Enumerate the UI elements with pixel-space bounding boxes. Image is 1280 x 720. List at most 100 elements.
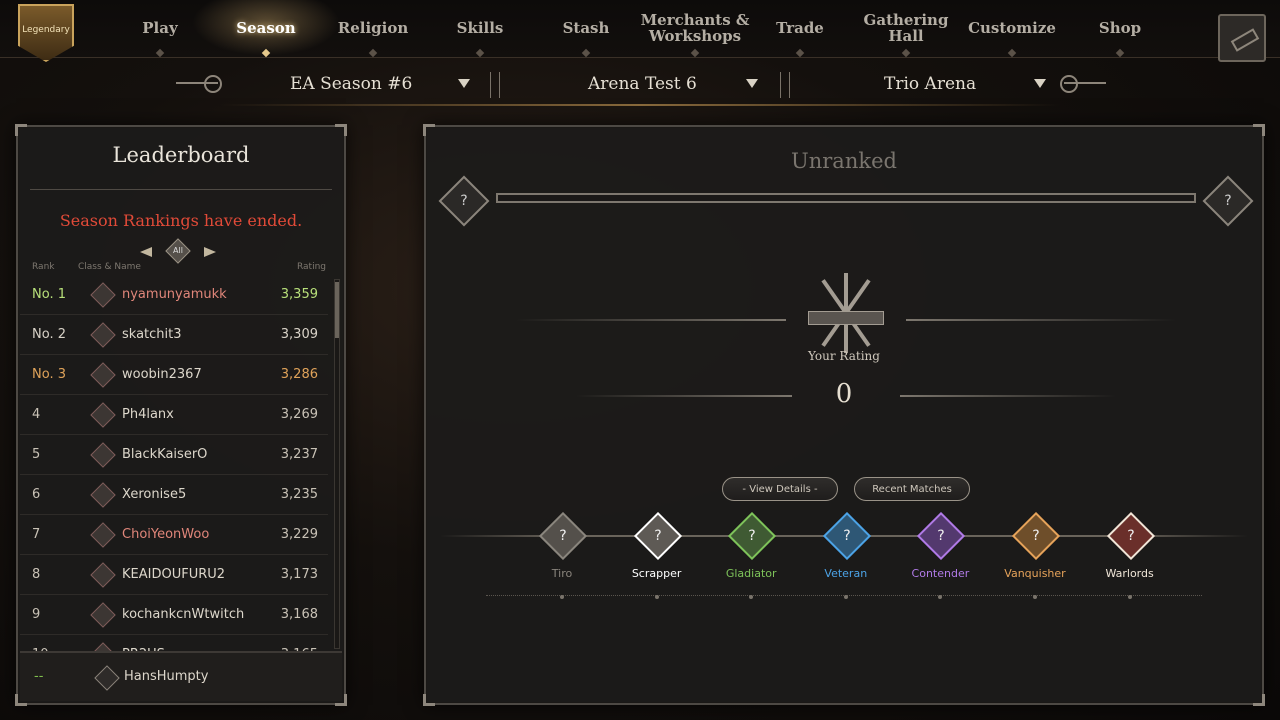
nav-skills[interactable]: Skills: [426, 0, 534, 58]
nav-tick: [368, 48, 378, 58]
class-icon: [90, 482, 116, 508]
nav-tick: [581, 48, 591, 58]
rank-glyph: ?: [1224, 193, 1232, 209]
rating-value: 0: [835, 379, 853, 409]
rank-badge[interactable]: Legendary: [18, 4, 74, 62]
tier-glyph: ?: [559, 528, 567, 544]
table-row[interactable]: 4 Ph4lanx 3,269: [20, 395, 328, 435]
tier-tiro[interactable]: ? Tiro: [522, 511, 602, 599]
tier-dot: [560, 595, 564, 599]
row-rank: No. 1: [32, 287, 66, 302]
season-dropdown[interactable]: EA Season #6: [290, 66, 470, 102]
table-row[interactable]: No. 1 nyamunyamukk 3,359: [20, 275, 328, 315]
row-name: kochankcnWtwitch: [122, 607, 245, 622]
self-row[interactable]: -- HansHumpty: [20, 651, 342, 701]
tier-glyph: ?: [748, 528, 756, 544]
nav-shop[interactable]: Shop: [1066, 0, 1174, 58]
nav-stash[interactable]: Stash: [532, 0, 640, 58]
nav-label: Merchants & Workshops: [640, 11, 750, 45]
tier-gem-icon: ?: [917, 511, 966, 561]
row-rating: 3,229: [280, 527, 318, 542]
row-name: KEAIDOUFURU2: [122, 567, 226, 582]
nav-tick: [901, 48, 911, 58]
row-rank: 7: [32, 527, 41, 542]
nav-trade[interactable]: Trade: [746, 0, 854, 58]
nav-label: Season: [236, 19, 296, 37]
chevron-down-icon: [458, 79, 470, 88]
tier-glyph: ?: [937, 528, 946, 544]
row-rank: 4: [32, 407, 41, 422]
tier-gem-icon: ?: [633, 511, 682, 561]
tier-contender[interactable]: ? Contender: [900, 511, 980, 599]
next-rank-icon: ?: [1202, 175, 1254, 227]
class-icon: [90, 522, 116, 548]
table-row[interactable]: 6 Xeronise5 3,235: [20, 475, 328, 515]
leaderboard-scrollbar[interactable]: [334, 279, 340, 649]
tier-gem-icon: ?: [1011, 511, 1061, 561]
tier-veteran[interactable]: ? Veteran: [806, 511, 886, 599]
scroll-thumb[interactable]: [335, 282, 339, 338]
tier-name: Contender: [911, 567, 970, 580]
tier-gladiator[interactable]: ? Gladiator: [711, 511, 791, 599]
nav-label: Play: [142, 19, 178, 37]
row-rating: 3,359: [280, 287, 318, 302]
filter-all-chip[interactable]: All: [165, 238, 191, 264]
table-row[interactable]: No. 3 woobin2367 3,286: [20, 355, 328, 395]
divider: [780, 72, 790, 98]
class-icon: [90, 322, 116, 348]
self-rank: --: [34, 669, 44, 684]
nav-season[interactable]: Season: [192, 0, 340, 58]
nav-customize[interactable]: Customize: [958, 0, 1066, 58]
arena-value: Arena Test 6: [588, 74, 697, 94]
tier-dot: [843, 595, 848, 599]
mode-value: Trio Arena: [884, 74, 977, 94]
class-icon: [90, 402, 116, 428]
tier-gem-icon: ?: [822, 511, 871, 561]
nav-tick: [795, 48, 805, 58]
col-rank: Rank: [32, 262, 55, 272]
table-row[interactable]: 9 kochankcnWtwitch 3,168: [20, 595, 328, 635]
tier-scrapper[interactable]: ? Scrapper: [617, 511, 697, 599]
tier-glyph: ?: [653, 528, 662, 544]
tier-warlords[interactable]: ? Warlords: [1090, 511, 1170, 599]
table-row[interactable]: No. 2 skatchit3 3,309: [20, 315, 328, 355]
nav-label: Customize: [968, 19, 1056, 37]
arrow-left-icon[interactable]: [140, 247, 152, 257]
scroll-map-icon[interactable]: [1218, 14, 1266, 62]
row-rating: 3,173: [280, 567, 318, 582]
arrow-right-icon[interactable]: [204, 247, 216, 257]
nav-religion[interactable]: Religion: [319, 0, 427, 58]
table-row[interactable]: 8 KEAIDOUFURU2 3,173: [20, 555, 328, 595]
row-rating: 3,269: [280, 407, 318, 422]
season-selector-row: EA Season #6 Arena Test 6 Trio Arena: [160, 66, 1120, 102]
tier-dot: [1127, 595, 1132, 599]
tier-glyph: ?: [1032, 528, 1040, 544]
crossed-swords-icon: [802, 273, 890, 353]
row-rating: 3,286: [280, 367, 318, 382]
tier-name: Gladiator: [725, 567, 777, 580]
arena-dropdown[interactable]: Arena Test 6: [588, 66, 758, 102]
chevron-down-icon: [1034, 79, 1046, 88]
recent-matches-button[interactable]: Recent Matches: [854, 477, 970, 501]
table-row[interactable]: 7 ChoiYeonWoo 3,229: [20, 515, 328, 555]
row-name: Xeronise5: [122, 487, 187, 502]
filter-label: All: [173, 246, 183, 255]
view-details-button[interactable]: - View Details -: [722, 477, 838, 501]
rank-panel: Unranked ? ? Your Rating 0 - View Detail…: [423, 124, 1265, 706]
nav-merchants[interactable]: Merchants & Workshops: [636, 0, 754, 58]
tier-name: Vanquisher: [1004, 567, 1066, 580]
tier-name: Veteran: [824, 567, 868, 580]
nav-tick: [1007, 48, 1017, 58]
tier-vanquisher[interactable]: ? Vanquisher: [995, 511, 1075, 599]
leaderboard-list[interactable]: No. 1 nyamunyamukk 3,359 No. 2 skatchit3 3,30…: [20, 275, 328, 653]
mode-dropdown[interactable]: Trio Arena: [884, 66, 1046, 102]
nav-gathering-hall[interactable]: Gathering Hall: [856, 0, 956, 58]
class-icon: [90, 282, 116, 308]
row-name: Ph4lanx: [122, 407, 174, 422]
table-row[interactable]: 5 BlackKaiserO 3,237: [20, 435, 328, 475]
rank-progress-bar: [496, 193, 1196, 203]
col-class-name: Class & Name: [78, 262, 141, 272]
row-rating: 3,237: [280, 447, 318, 462]
nav-label: Skills: [456, 19, 504, 37]
class-filter: All: [136, 238, 220, 264]
